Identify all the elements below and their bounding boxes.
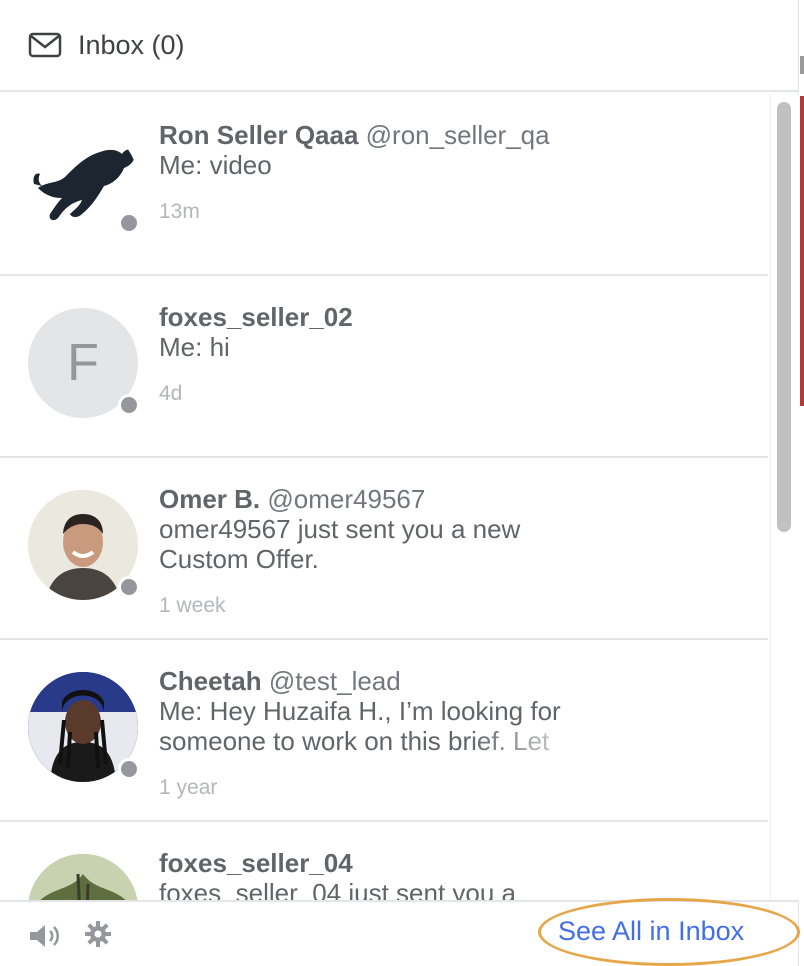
message-time: 4d — [159, 382, 183, 405]
avatar: F — [28, 308, 140, 418]
presence-indicator — [118, 394, 140, 416]
conversation-item[interactable]: Cheetah @test_lead Me: Hey Huzaifa H., I… — [0, 640, 768, 822]
contact-name: Cheetah — [159, 666, 262, 696]
message-preview: Me: video — [159, 150, 272, 180]
conversation-content: foxes_seller_02 Me: hi 4d — [159, 302, 728, 406]
background-page-edge — [800, 56, 804, 74]
scrollbar-thumb[interactable] — [777, 102, 791, 532]
contact-handle: @test_lead — [268, 666, 401, 696]
contact-name: foxes_seller_04 — [159, 848, 353, 878]
mail-icon — [28, 31, 62, 59]
forest-avatar-image — [28, 854, 138, 900]
avatar — [28, 854, 138, 900]
conversation-content: Omer B. @omer49567 omer49567 just sent y… — [159, 484, 728, 618]
message-time: 1 year — [159, 776, 218, 799]
conversation-content: Ron Seller Qaaa @ron_seller_qa Me: video… — [159, 120, 728, 224]
presence-indicator — [118, 758, 140, 780]
message-time: 1 week — [159, 594, 226, 617]
see-all-in-inbox-link[interactable]: See All in Inbox — [558, 916, 744, 947]
conversation-item[interactable]: Ron Seller Qaaa @ron_seller_qa Me: video… — [0, 94, 768, 276]
contact-handle: @ron_seller_qa — [365, 120, 550, 150]
contact-name: Ron Seller Qaaa — [159, 120, 359, 150]
avatar — [28, 126, 140, 236]
conversation-list[interactable]: Ron Seller Qaaa @ron_seller_qa Me: video… — [0, 94, 768, 900]
scrollbar[interactable] — [770, 94, 799, 900]
conversation-item[interactable]: F foxes_seller_02 Me: hi 4d — [0, 276, 768, 458]
gear-icon[interactable] — [84, 920, 112, 948]
presence-indicator — [118, 576, 140, 598]
inbox-header: Inbox (0) — [0, 0, 798, 92]
conversation-content: Cheetah @test_lead Me: Hey Huzaifa H., I… — [159, 666, 728, 800]
background-page-edge — [800, 96, 804, 406]
avatar — [28, 672, 140, 782]
contact-name: Omer B. — [159, 484, 261, 514]
avatar — [28, 490, 140, 600]
conversation-item[interactable]: Omer B. @omer49567 omer49567 just sent y… — [0, 458, 768, 640]
message-preview: Me: Hey Huzaifa H., I’m looking for some… — [159, 696, 561, 756]
message-preview: Me: hi — [159, 332, 230, 362]
message-preview: foxes_seller_04 just sent you a — [159, 878, 516, 900]
conversation-item[interactable]: foxes_seller_04 foxes_seller_04 just sen… — [0, 822, 768, 900]
conversation-content: foxes_seller_04 foxes_seller_04 just sen… — [159, 848, 728, 900]
inbox-title: Inbox (0) — [78, 29, 185, 60]
inbox-footer: See All in Inbox — [0, 900, 798, 966]
contact-name: foxes_seller_02 — [159, 302, 353, 332]
message-time: 13m — [159, 200, 200, 223]
speaker-icon[interactable] — [28, 922, 66, 950]
contact-handle: @omer49567 — [267, 484, 426, 514]
inbox-popover: Inbox (0) Ron Seller Qaaa @ron_seller_qa — [0, 0, 799, 966]
presence-indicator — [118, 212, 140, 234]
message-preview: omer49567 just sent you a new Custom Off… — [159, 514, 521, 574]
